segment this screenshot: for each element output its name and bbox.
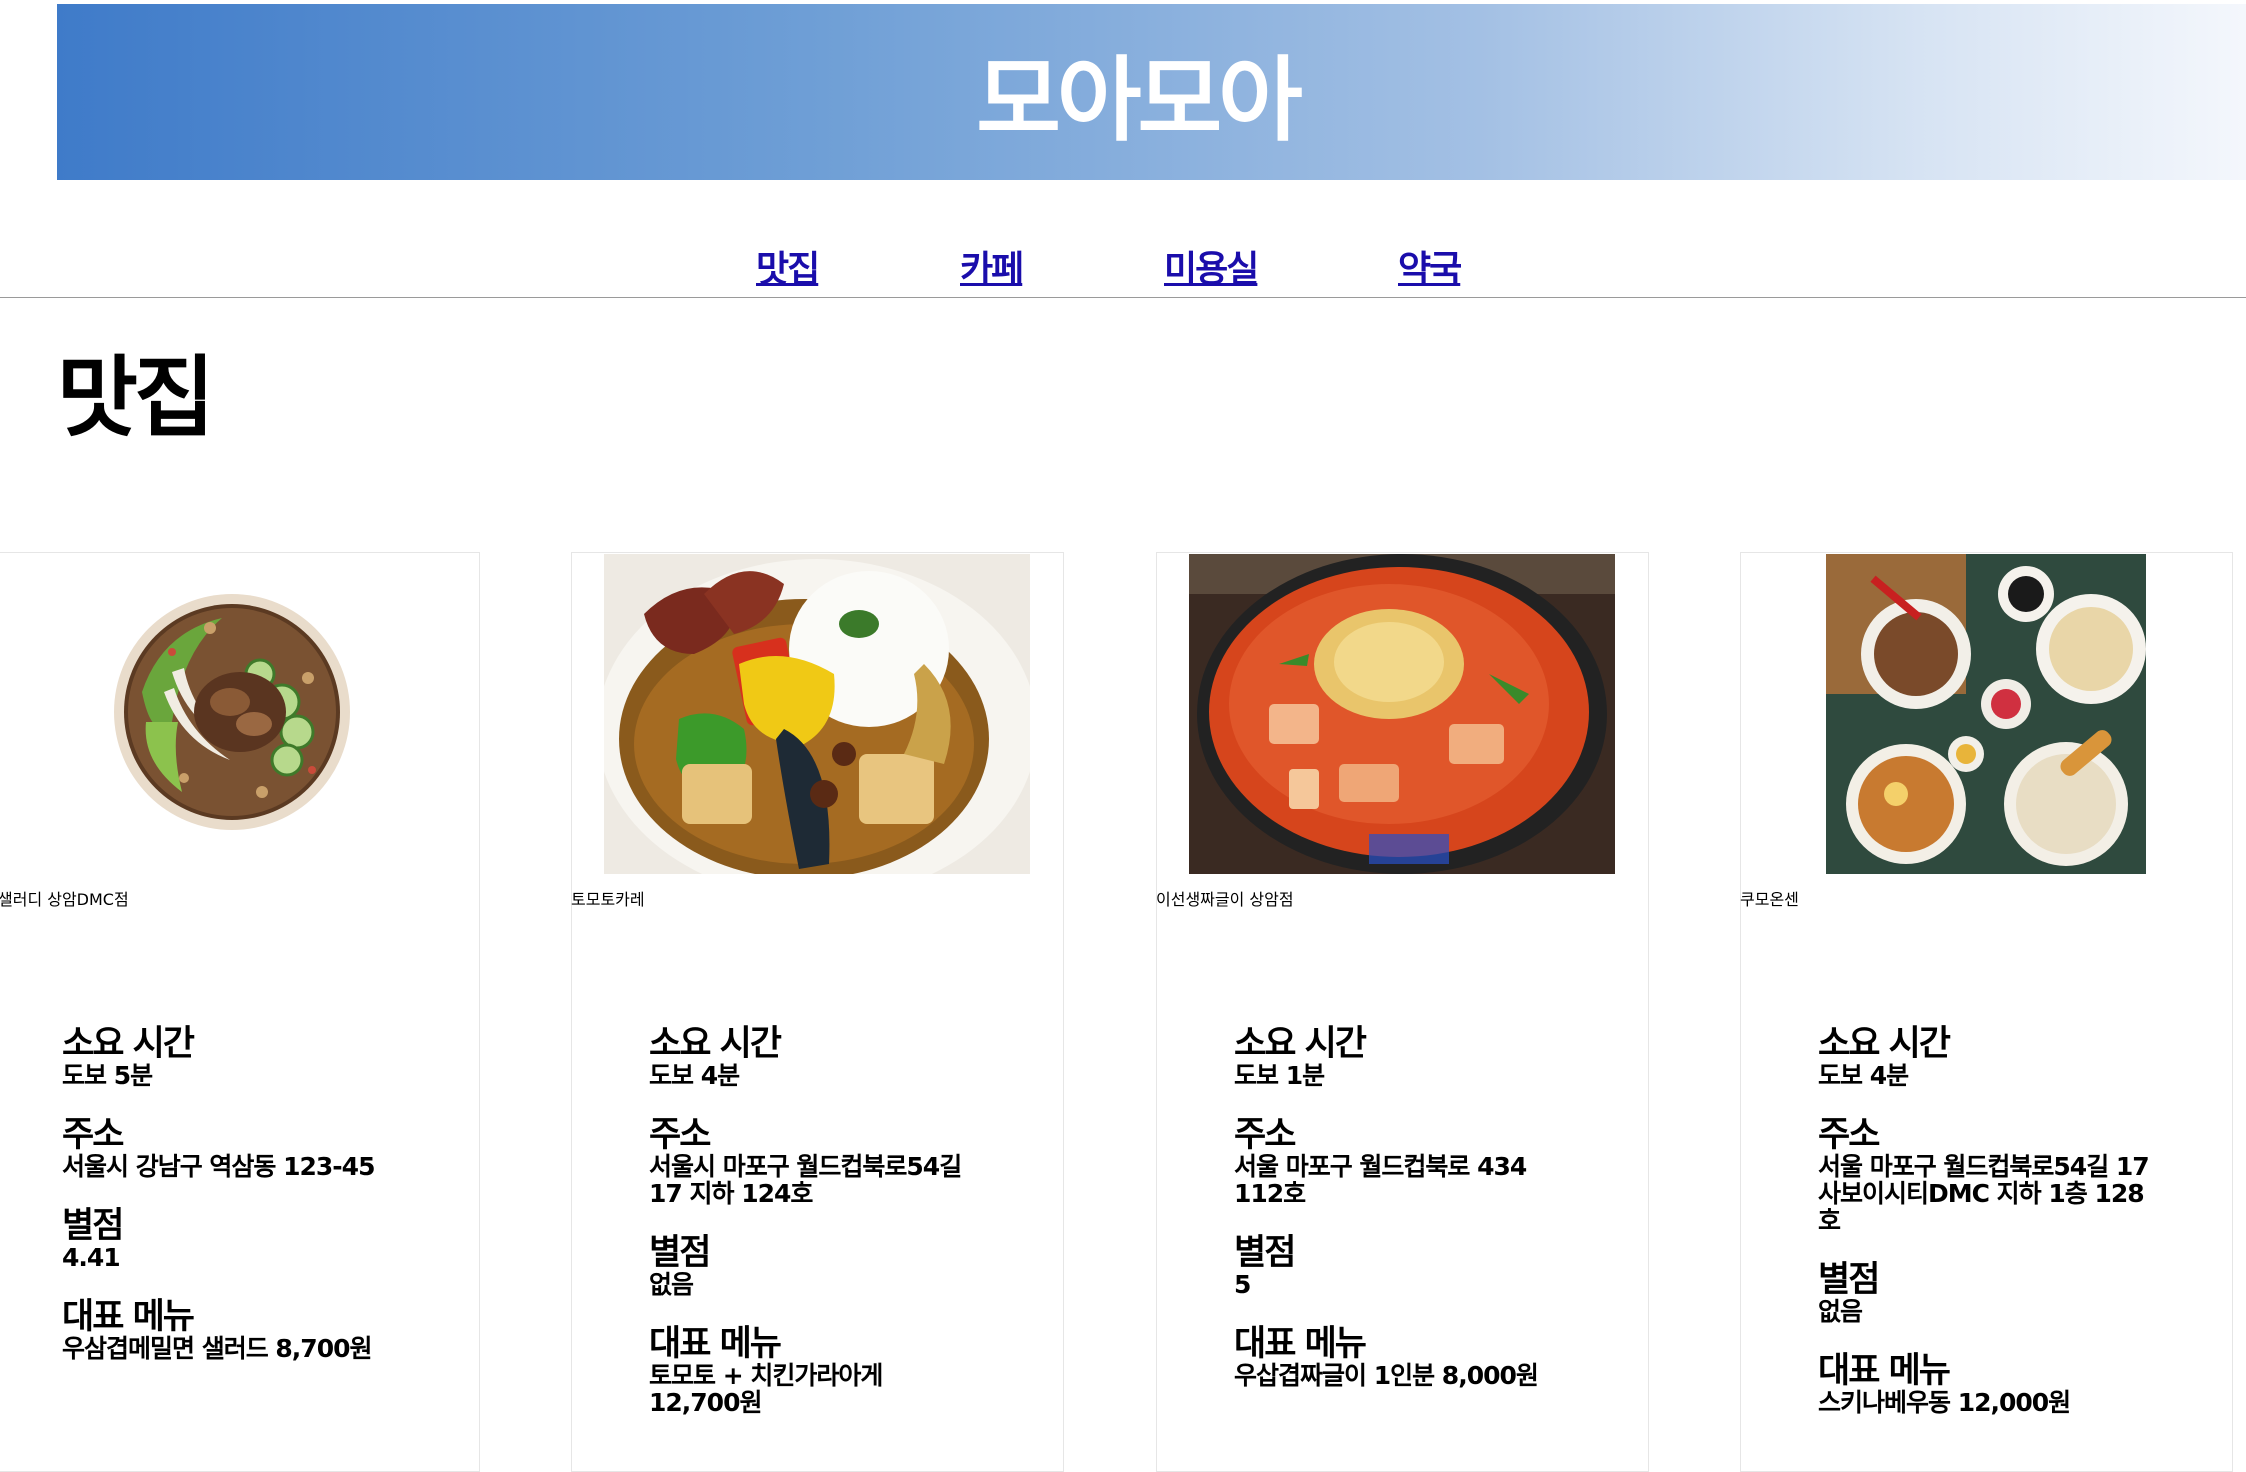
rating-value: 5 [1234,1270,1251,1299]
time-label: 소요 시간 [1818,1024,1951,1064]
rating-label: 별점 [649,1233,711,1273]
restaurant-info: 소요 시간 도보 4분 주소 서울 마포구 월드컵북로54길 17 사보이시티D… [1818,1026,2168,1444]
restaurant-photo [597,554,1037,899]
restaurant-photo [1826,554,2146,874]
restaurant-name: 쿠모온센 [1740,890,1799,909]
rating-value: 없음 [1818,1297,1863,1326]
menu-label: 대표 메뉴 [1234,1324,1367,1364]
rating-value: 4.41 [62,1243,121,1272]
address-label: 주소 [649,1115,711,1155]
restaurant-name: 샐러디 상암DMC점 [0,890,129,909]
menu-label: 대표 메뉴 [62,1297,195,1337]
time-label: 소요 시간 [1234,1024,1367,1064]
menu-value: 우삼겹메밀면 샐러드 8,700원 [62,1334,373,1363]
address-value: 서울 마포구 월드컵북로54길 17 사보이시티DMC 지하 1층 128호 [1818,1152,2150,1235]
rating-label: 별점 [1818,1260,1880,1300]
salad-bowl-photo [114,594,350,830]
time-value: 도보 5분 [62,1061,153,1090]
udon-spread-photo [1826,554,2146,874]
restaurant-info: 소요 시간 도보 5분 주소 서울시 강남구 역삼동 123-45 별점 4.4… [62,1026,442,1390]
restaurant-card-content-4: 쿠모온센 소요 시간 도보 4분 주소 서울 마포구 월드컵북로54길 17 사… [1740,0,2233,1452]
menu-label: 대표 메뉴 [649,1324,782,1364]
time-value: 도보 4분 [1818,1061,1909,1090]
restaurant-photo [1189,554,1615,874]
rating-label: 별점 [62,1206,124,1246]
restaurant-photo [112,592,352,832]
jjageuli-stew-photo [1189,554,1615,874]
address-value: 서울시 강남구 역삼동 123-45 [62,1152,375,1181]
time-value: 도보 1분 [1234,1061,1325,1090]
time-label: 소요 시간 [649,1024,782,1064]
menu-value: 토모토 + 치킨가라아게 12,700원 [649,1361,883,1417]
restaurant-card-content-1: 샐러디 상암DMC점 소요 시간 도보 5분 주소 서울시 강남구 역삼동 12… [0,0,480,1452]
address-label: 주소 [1818,1115,1880,1155]
restaurant-card-content-3: 이선생짜글이 상암점 소요 시간 도보 1분 주소 서울 마포구 월드컵북로 4… [1156,0,1649,1452]
time-value: 도보 4분 [649,1061,740,1090]
rating-label: 별점 [1234,1233,1296,1273]
menu-value: 스키나베우동 12,000원 [1818,1388,2071,1417]
rating-value: 없음 [649,1270,694,1299]
menu-label: 대표 메뉴 [1818,1351,1951,1391]
address-value: 서울시 마포구 월드컵북로54길 17 지하 124호 [649,1152,962,1208]
restaurant-info: 소요 시간 도보 1분 주소 서울 마포구 월드컵북로 434 112호 별점 … [1234,1026,1584,1417]
restaurant-info: 소요 시간 도보 4분 주소 서울시 마포구 월드컵북로54길 17 지하 12… [649,1026,979,1444]
time-label: 소요 시간 [62,1024,195,1064]
restaurant-name: 이선생짜글이 상암점 [1156,890,1294,909]
address-label: 주소 [1234,1115,1296,1155]
address-value: 서울 마포구 월드컵북로 434 112호 [1234,1152,1527,1208]
restaurant-card-content-2: 토모토카레 소요 시간 도보 4분 주소 서울시 마포구 월드컵북로54길 17… [571,0,1064,1452]
menu-value: 우삽겹짜글이 1인분 8,000원 [1234,1361,1539,1390]
address-label: 주소 [62,1115,124,1155]
restaurant-name: 토모토카레 [571,890,645,909]
curry-rice-photo [597,554,1037,899]
